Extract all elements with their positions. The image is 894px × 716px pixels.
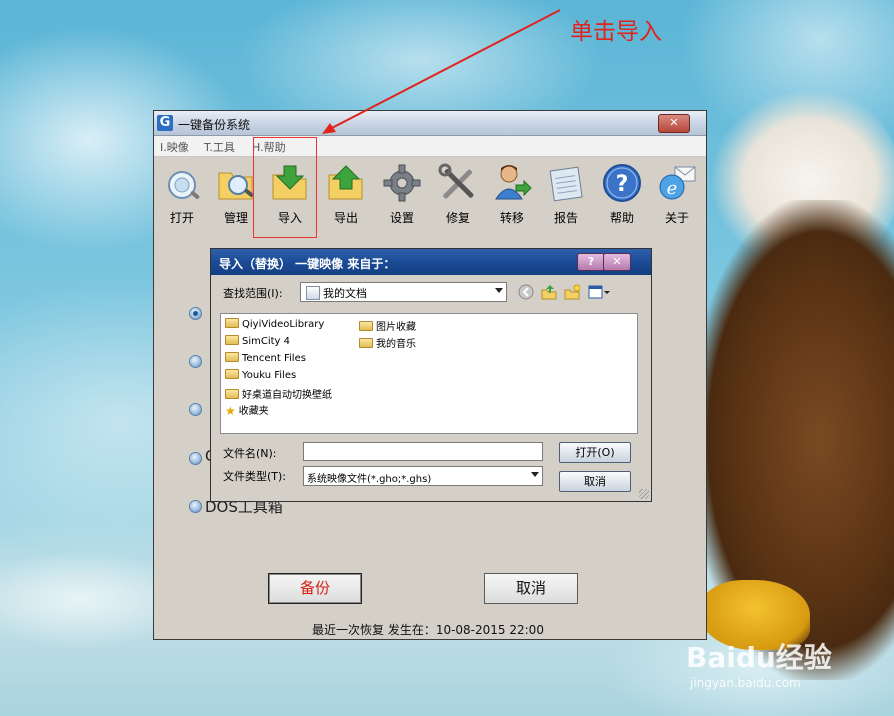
help-icon: ?: [603, 164, 641, 202]
back-arrow-icon[interactable]: [518, 284, 534, 300]
toolbar-repair-button[interactable]: 修复: [432, 159, 484, 229]
main-close-button[interactable]: ✕: [658, 114, 690, 133]
option-radio-dos-toolbox[interactable]: [189, 500, 202, 513]
toolbar-report-label: 报告: [553, 211, 578, 225]
file-name-label: 文件名(N):: [223, 447, 277, 460]
list-item[interactable]: SimCity 4: [225, 335, 290, 347]
svg-text:?: ?: [616, 172, 629, 197]
favorites-star-icon: ★: [225, 404, 236, 418]
toolbar-open-label: 打开: [169, 211, 194, 225]
toolbar-export-label: 导出: [333, 211, 358, 225]
file-name-input[interactable]: [303, 442, 543, 461]
transfer-user-icon: [495, 165, 532, 200]
annotation-click-import: 单击导入: [570, 19, 662, 45]
open-button[interactable]: 打开(O): [559, 442, 631, 463]
list-item[interactable]: 我的音乐: [359, 335, 416, 350]
list-item-name: 图片收藏: [376, 322, 416, 333]
look-in-value: 我的文档: [323, 287, 367, 300]
my-documents-icon: [306, 286, 320, 300]
last-restore-status: 最近一次恢复 发生在：10-08-2015 22:00: [312, 623, 544, 637]
dialog-titlebar[interactable]: 导入（替换） 一键映像 来自于： ? ✕: [211, 249, 651, 275]
svg-text:e: e: [667, 178, 678, 199]
toolbar-transfer-button[interactable]: 转移: [486, 159, 538, 229]
toolbar: 打开 管理 导入 导出 设置 修复 转移 报告 ? 帮助 e 关于: [154, 159, 706, 229]
dialog-help-button[interactable]: ?: [577, 253, 605, 271]
list-item[interactable]: QiyiVideoLibrary: [225, 318, 324, 330]
dialog-cancel-button[interactable]: 取消: [559, 471, 631, 492]
main-titlebar[interactable]: G 一键备份系统 ✕: [154, 111, 706, 136]
look-in-label: 查找范围(I):: [223, 287, 283, 300]
chevron-down-icon: [495, 288, 503, 293]
toolbar-settings-label: 设置: [389, 211, 414, 225]
list-item-name: 收藏夹: [238, 406, 269, 417]
file-type-value: 系统映像文件(*.gho;*.ghs): [307, 474, 432, 485]
option-radio-3[interactable]: [189, 403, 202, 416]
settings-gear-icon: [383, 164, 421, 202]
toolbar-open-button[interactable]: 打开: [156, 159, 208, 229]
list-item[interactable]: Tencent Files: [225, 352, 306, 364]
toolbar-settings-button[interactable]: 设置: [376, 159, 428, 229]
toolbar-export-button[interactable]: 导出: [320, 159, 372, 229]
toolbar-repair-label: 修复: [445, 211, 470, 225]
view-menu-icon[interactable]: [588, 284, 610, 300]
annotation-highlight-box: [253, 137, 317, 238]
folder-icon: [225, 335, 239, 345]
toolbar-report-button[interactable]: 报告: [540, 159, 592, 229]
open-icon: [168, 171, 200, 199]
baidu-watermark: Baidu经验 jingyan.baidu.com: [686, 636, 886, 706]
main-window-title: 一键备份系统: [178, 118, 251, 132]
list-item-name: SimCity 4: [242, 336, 291, 347]
toolbar-help-button[interactable]: ? 帮助: [596, 159, 648, 229]
toolbar-transfer-label: 转移: [499, 211, 524, 225]
file-type-select[interactable]: 系统映像文件(*.gho;*.ghs): [303, 466, 543, 486]
list-item-name: 好桌道自动切换壁纸: [242, 390, 332, 401]
folder-icon: [225, 352, 239, 362]
menu-tools[interactable]: T.工具: [204, 139, 235, 155]
export-icon: [328, 165, 363, 200]
toolbar-about-button[interactable]: e 关于: [651, 159, 703, 229]
import-dialog: 导入（替换） 一键映像 来自于： ? ✕ 查找范围(I): 我的文档 QiyiV…: [210, 248, 652, 502]
music-folder-icon: [359, 338, 373, 348]
toolbar-help-label: 帮助: [609, 211, 634, 225]
pictures-folder-icon: [359, 321, 373, 331]
list-item-name: Tencent Files: [242, 353, 306, 364]
list-item[interactable]: Youku Files: [225, 369, 296, 381]
list-item[interactable]: 图片收藏: [359, 318, 416, 333]
option-radio-4[interactable]: [189, 452, 202, 465]
watermark-logo: Baidu经验: [686, 641, 832, 674]
menu-bar: I.映像 T.工具 H.帮助: [154, 136, 706, 157]
up-folder-icon[interactable]: [541, 284, 557, 300]
chevron-down-icon: [531, 472, 539, 477]
option-radio-1[interactable]: [189, 307, 202, 320]
repair-tools-icon: [438, 163, 474, 199]
file-type-label: 文件类型(T):: [223, 470, 287, 483]
list-item-name: Youku Files: [242, 370, 297, 381]
report-notepad-icon: [549, 166, 583, 202]
dialog-title: 导入（替换） 一键映像 来自于：: [219, 257, 396, 271]
list-item[interactable]: 好桌道自动切换壁纸: [225, 386, 332, 401]
backup-button[interactable]: 备份: [268, 573, 362, 604]
manage-icon: [218, 172, 254, 200]
folder-icon: [225, 369, 239, 379]
menu-image[interactable]: I.映像: [160, 139, 189, 155]
watermark-url: jingyan.baidu.com: [690, 676, 801, 690]
option-radio-2[interactable]: [189, 355, 202, 368]
toolbar-about-label: 关于: [664, 211, 689, 225]
dialog-close-button[interactable]: ✕: [603, 253, 631, 271]
app-icon: G: [157, 115, 173, 131]
list-item-name: 我的音乐: [376, 339, 416, 350]
new-folder-icon[interactable]: [564, 284, 580, 300]
file-list[interactable]: QiyiVideoLibrary SimCity 4 Tencent Files…: [220, 313, 638, 434]
resize-grip[interactable]: [639, 489, 649, 499]
folder-icon: [225, 318, 239, 328]
look-in-select[interactable]: 我的文档: [300, 282, 507, 302]
about-ie-icon: e: [659, 166, 696, 200]
main-cancel-button[interactable]: 取消: [484, 573, 578, 604]
list-item[interactable]: ★ 收藏夹: [225, 402, 269, 418]
list-item-name: QiyiVideoLibrary: [242, 319, 325, 330]
folder-icon: [225, 389, 239, 399]
